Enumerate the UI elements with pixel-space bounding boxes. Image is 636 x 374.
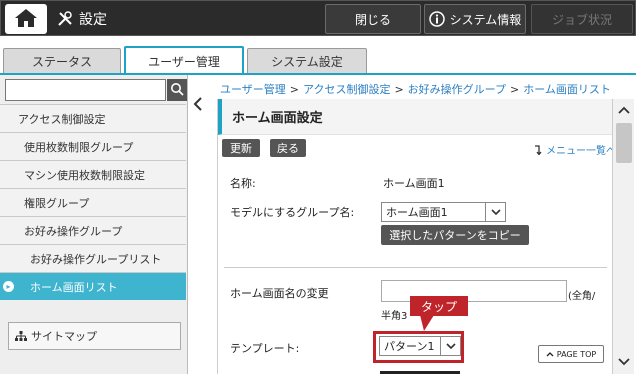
sitemap-icon	[15, 331, 27, 341]
sitemap-button[interactable]: サイトマップ	[8, 322, 181, 350]
sitemap-label: サイトマップ	[31, 330, 97, 343]
template-label: テンプレート:	[230, 342, 300, 355]
search-input[interactable]	[5, 79, 166, 101]
rename-hint-cont: 半角3	[381, 311, 408, 322]
menu-list-link[interactable]: メニュー一覧へ	[534, 142, 616, 157]
breadcrumb-user-management[interactable]: ユーザー管理	[220, 83, 286, 96]
home-button[interactable]	[5, 4, 47, 34]
breadcrumb-favorite-group[interactable]: お好み操作グループ	[408, 83, 506, 96]
sidebar-item-label: 権限グループ	[24, 196, 90, 210]
breadcrumb: ユーザー管理 > アクセス制御設定 > お好み操作グループ > ホーム画面リスト	[220, 81, 611, 97]
update-button[interactable]: 更新	[222, 139, 260, 157]
model-group-select[interactable]: ホーム画面1	[381, 202, 506, 222]
model-group-label: モデルにするグループ名:	[230, 206, 355, 219]
chevron-right-icon: ▸	[3, 281, 14, 292]
system-info-label: システム情報	[449, 12, 522, 27]
chevron-down-icon	[618, 358, 630, 366]
tab-user-management[interactable]: ユーザー管理	[124, 46, 244, 74]
copy-pattern-button[interactable]: 選択したパターンをコピー	[381, 225, 529, 245]
sidebar-item-authority-group[interactable]: 権限グループ	[0, 188, 186, 216]
sidebar-item-home-screen-list[interactable]: ▸ ホーム画面リスト	[0, 272, 186, 300]
search-icon	[170, 82, 184, 99]
tap-highlight-box	[373, 331, 464, 363]
system-info-button[interactable]: システム情報	[424, 4, 526, 34]
chevron-up-icon	[546, 351, 554, 357]
tools-icon	[57, 11, 73, 27]
tab-system-settings[interactable]: システム設定	[247, 48, 367, 74]
sidebar-item-label: アクセス制御設定	[18, 112, 106, 126]
rename-label: ホーム画面名の変更	[230, 287, 329, 300]
breadcrumb-separator: >	[394, 83, 404, 96]
page-top-button[interactable]: PAGE TOP	[538, 345, 604, 363]
sidebar-item-access-control[interactable]: アクセス制御設定	[0, 104, 186, 132]
name-label: 名称:	[230, 177, 256, 190]
sidebar-item-favorite-group-list[interactable]: お好み操作グループリスト	[0, 244, 186, 272]
tab-bar: ステータス ユーザー管理 システム設定	[0, 36, 636, 74]
page-top-label: PAGE TOP	[556, 349, 597, 359]
sidebar-item-label: マシン使用枚数制限設定	[24, 168, 145, 182]
breadcrumb-access-control[interactable]: アクセス制御設定	[303, 83, 390, 96]
breadcrumb-separator: >	[289, 83, 299, 96]
callout-pointer	[420, 315, 434, 331]
back-button[interactable]: 戻る	[270, 139, 306, 157]
page-title: ホーム画面設定	[218, 99, 613, 135]
sidebar-item-label: お好み操作グループリスト	[30, 252, 162, 266]
sidebar-item-label: 使用枚数制限グループ	[24, 140, 134, 154]
settings-label: 設定	[79, 12, 107, 28]
search-button[interactable]	[167, 79, 187, 101]
sidebar-search	[5, 79, 187, 101]
scroll-up-button[interactable]	[613, 99, 635, 121]
home-icon	[13, 7, 39, 32]
sidebar-item-favorite-group[interactable]: お好み操作グループ	[0, 216, 186, 244]
scroll-thumb[interactable]	[616, 123, 632, 163]
tab-status[interactable]: ステータス	[3, 48, 121, 74]
breadcrumb-home-screen-list[interactable]: ホーム画面リスト	[523, 83, 611, 96]
info-icon	[428, 11, 445, 27]
divider	[224, 267, 607, 268]
name-value: ホーム画面1	[383, 177, 445, 190]
collapse-sidebar-button[interactable]	[189, 94, 207, 116]
sidebar-item-machine-usage-limit[interactable]: マシン使用枚数制限設定	[0, 160, 186, 188]
menu-list-icon	[534, 144, 543, 155]
model-group-value: ホーム画面1	[386, 206, 448, 219]
sidebar-item-label: ホーム画面リスト	[30, 280, 118, 294]
chevron-left-icon	[193, 96, 203, 114]
settings-title: 設定	[57, 8, 107, 30]
breadcrumb-separator: >	[510, 83, 520, 96]
sidebar: アクセス制御設定 使用枚数制限グループ マシン使用枚数制限設定 権限グループ お…	[0, 75, 188, 374]
menu-list-label: メニュー一覧へ	[546, 146, 616, 157]
chevron-up-icon	[618, 106, 630, 114]
sidebar-item-label: お好み操作グループ	[24, 224, 123, 238]
home-screen-name-input[interactable]	[381, 280, 567, 302]
scrollbar[interactable]	[612, 99, 634, 374]
scroll-down-button[interactable]	[613, 351, 635, 373]
tap-callout: タップ	[410, 296, 468, 316]
top-bar: 設定 閉じる システム情報 ジョブ状況	[0, 0, 636, 36]
sidebar-item-usage-limit-group[interactable]: 使用枚数制限グループ	[0, 132, 186, 160]
rename-hint: (全角/	[568, 291, 596, 302]
job-status-button[interactable]: ジョブ状況	[531, 4, 633, 34]
chevron-down-icon	[485, 203, 505, 221]
close-button[interactable]: 閉じる	[325, 4, 421, 34]
